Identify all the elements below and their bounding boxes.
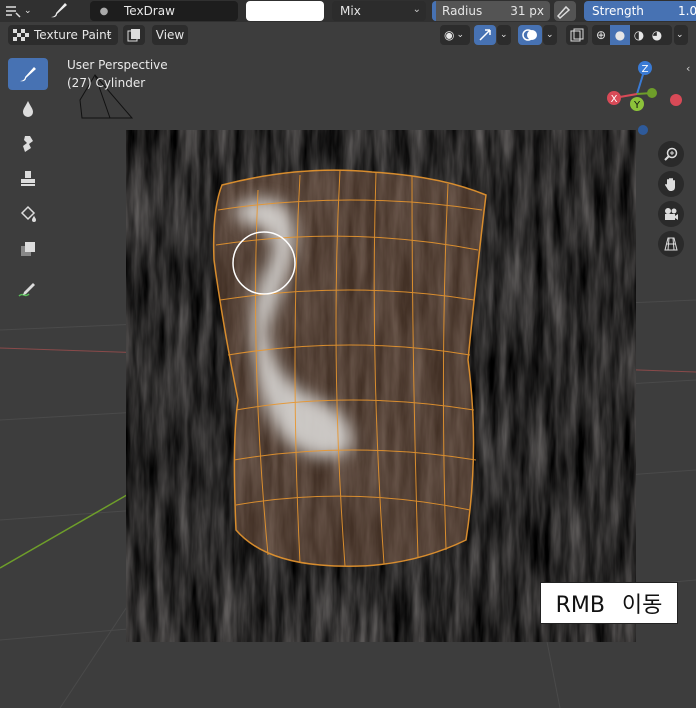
tool-header: ⌄ ● TexDraw Mix ⌄ Radius 31 px Strength … xyxy=(0,0,696,22)
view-menu-label: View xyxy=(155,28,185,42)
checker-icon xyxy=(13,29,29,41)
material-shading-icon[interactable]: ◑ xyxy=(630,28,648,42)
tool-shelf xyxy=(8,58,50,309)
navigation-gizmo[interactable]: Z X Y xyxy=(607,61,682,135)
viewport-header: Texture Paint ⌄ View ◉ ⌄ ⌄ ⌄ ⊕ ● ◑ ◕ ⌄ xyxy=(0,24,696,46)
pressure-radius-toggle[interactable] xyxy=(554,1,576,21)
mask-tool[interactable] xyxy=(8,233,48,265)
camera-icon xyxy=(665,208,678,220)
chevron-down-icon: ⌄ xyxy=(412,4,421,15)
cylinder-mesh xyxy=(212,169,487,567)
tool-settings-icon xyxy=(6,6,21,18)
brush-name-value: TexDraw xyxy=(124,4,175,18)
key-caption: RMB 이동 xyxy=(540,582,678,624)
clone-tool[interactable] xyxy=(8,163,48,195)
overlays-icon xyxy=(522,29,537,41)
brush-name-field[interactable]: ● TexDraw xyxy=(90,1,238,21)
clone-brush-icon xyxy=(21,171,35,186)
strength-label: Strength xyxy=(592,4,644,18)
draw-tool[interactable] xyxy=(8,58,48,90)
gizmo-y-label: Y xyxy=(633,100,641,111)
zoom-button[interactable] xyxy=(658,141,684,167)
gizmo-icon xyxy=(479,29,491,41)
draw-brush-icon xyxy=(20,67,36,82)
xray-icon xyxy=(570,28,584,42)
annotate-icon xyxy=(18,283,35,297)
smear-tool[interactable] xyxy=(8,128,48,160)
xray-toggle[interactable] xyxy=(566,25,588,45)
mode-value: Texture Paint xyxy=(34,28,112,42)
blend-mode-value: Mix xyxy=(340,4,361,18)
shading-buttons: ⊕ ● ◑ ◕ xyxy=(592,25,672,45)
canvas-toggle[interactable] xyxy=(123,25,145,45)
stack-icon xyxy=(127,29,140,42)
annotate-tool[interactable] xyxy=(8,274,48,306)
hand-icon xyxy=(665,178,675,191)
strength-slider[interactable]: Strength 1.0 xyxy=(584,1,696,21)
sidebar-toggle-icon[interactable]: ‹ xyxy=(686,62,690,75)
overlays-toggle[interactable] xyxy=(518,25,542,45)
eye-icon: ◉ xyxy=(444,28,455,42)
strength-value: 1.0 xyxy=(678,4,696,18)
brush-color-swatch[interactable] xyxy=(246,1,324,21)
perspective-label: User Perspective xyxy=(67,58,168,72)
pan-button[interactable] xyxy=(658,171,684,197)
radius-slider[interactable]: Radius 31 px xyxy=(432,1,550,21)
soften-tool[interactable] xyxy=(8,93,48,125)
visibility-dropdown[interactable]: ◉ ⌄ xyxy=(440,25,470,45)
rendered-shading-icon[interactable]: ◕ xyxy=(648,28,666,42)
object-label: (27) Cylinder xyxy=(67,76,146,90)
gizmo-z-label: Z xyxy=(642,64,649,75)
overlays-dropdown[interactable]: ⌄ xyxy=(543,25,557,45)
fill-brush-icon xyxy=(20,205,36,222)
soften-brush-icon xyxy=(23,101,33,117)
radius-value: 31 px xyxy=(510,4,544,18)
shading-dropdown[interactable]: ⌄ xyxy=(674,25,688,45)
gizmo-toggle[interactable] xyxy=(474,25,496,45)
gizmo-x-label: X xyxy=(611,94,618,105)
camera-view-button[interactable] xyxy=(658,201,684,227)
view-menu[interactable]: View xyxy=(152,25,188,45)
grid-icon xyxy=(664,237,678,251)
smear-brush-icon xyxy=(23,136,33,152)
radius-label: Radius xyxy=(442,4,483,18)
tool-settings-dropdown[interactable]: ⌄ xyxy=(4,1,40,21)
fill-tool[interactable] xyxy=(8,198,48,230)
mask-brush-icon xyxy=(21,242,35,256)
gizmo-dropdown[interactable]: ⌄ xyxy=(497,25,511,45)
wireframe-shading-icon[interactable]: ⊕ xyxy=(592,28,610,42)
pen-pressure-icon xyxy=(556,5,571,20)
blend-mode-dropdown[interactable]: Mix ⌄ xyxy=(332,1,426,21)
mode-dropdown[interactable]: Texture Paint ⌄ xyxy=(8,25,118,45)
solid-shading-icon[interactable]: ● xyxy=(610,25,630,45)
brush-icon[interactable] xyxy=(48,0,74,20)
ortho-toggle-button[interactable] xyxy=(658,231,684,257)
chevron-down-icon: ⌄ xyxy=(104,28,113,39)
brush-preview-icon: ● xyxy=(99,5,109,17)
zoom-icon xyxy=(664,147,678,161)
